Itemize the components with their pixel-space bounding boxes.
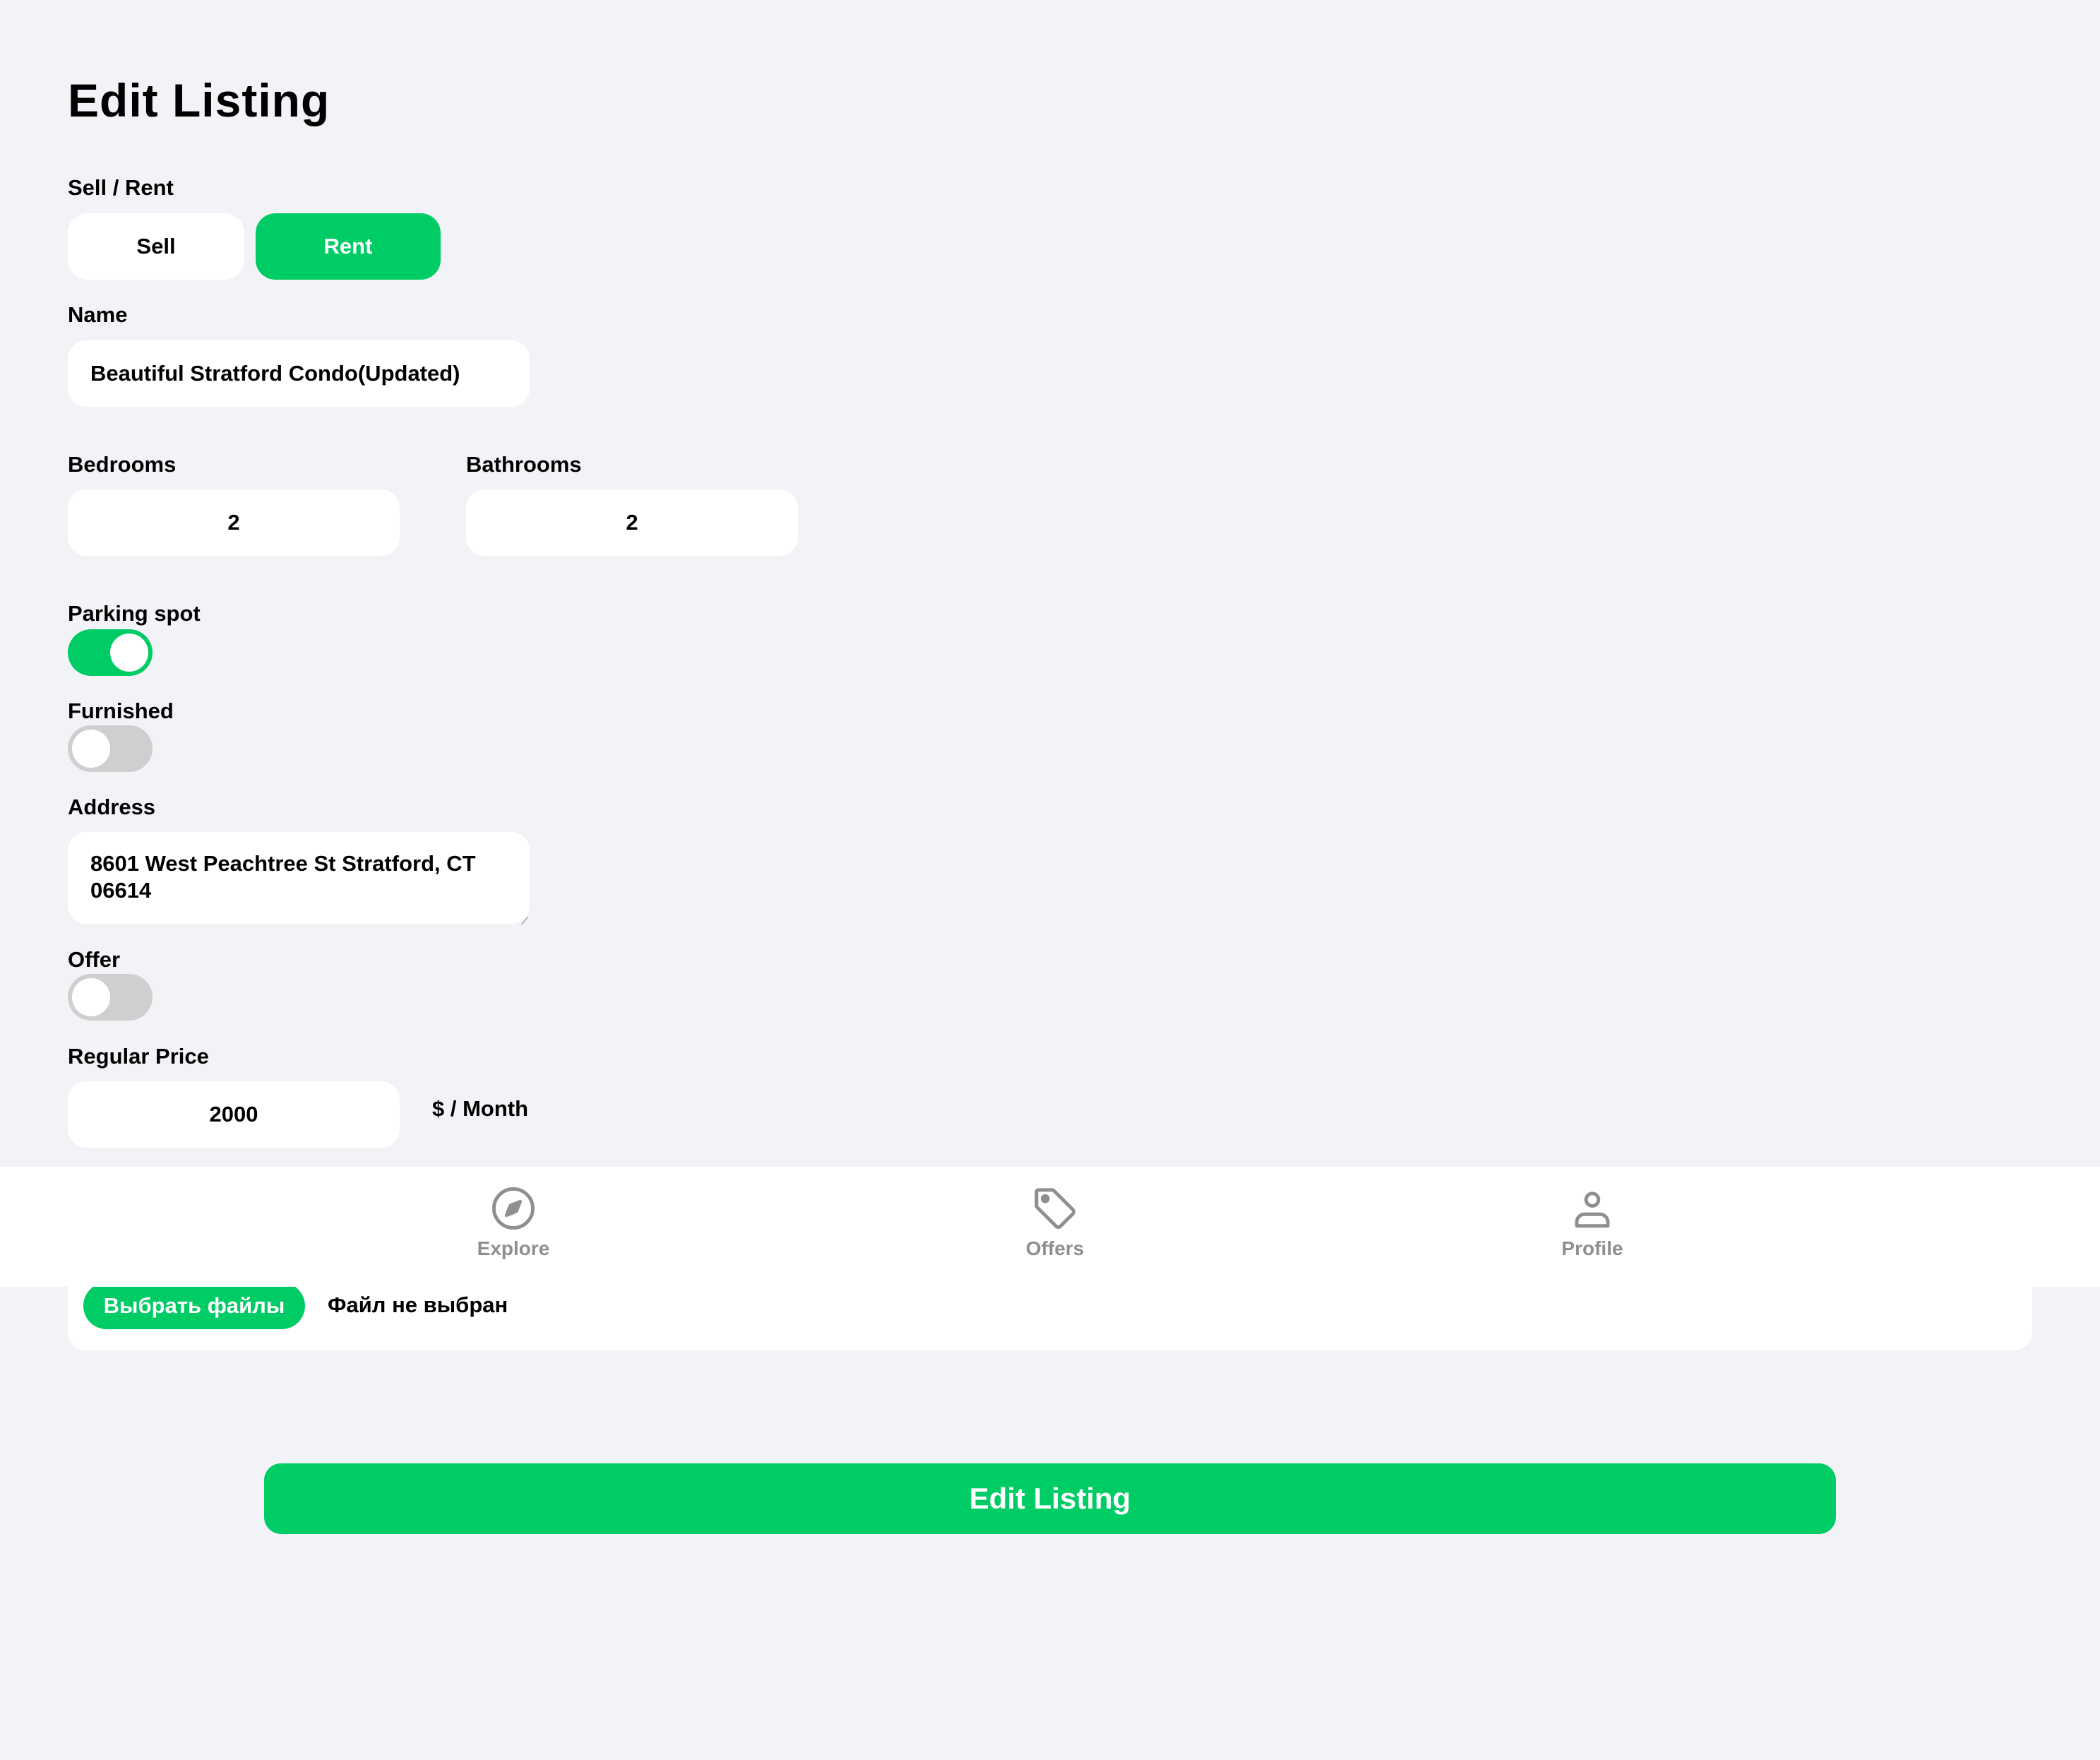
furnished-label: Furnished xyxy=(68,698,174,723)
regular-price-label: Regular Price xyxy=(68,1044,209,1069)
regular-price-input[interactable] xyxy=(68,1081,400,1148)
nav-label-offers: Offers xyxy=(1025,1237,1085,1259)
nav-label-explore: Explore xyxy=(477,1237,550,1259)
rent-button[interactable]: Rent xyxy=(256,213,441,280)
parking-label: Parking spot xyxy=(68,601,201,626)
offer-label: Offer xyxy=(68,947,121,972)
parking-toggle[interactable] xyxy=(68,629,153,676)
nav-item-profile[interactable]: Profile xyxy=(1508,1185,1677,1270)
page-title: Edit Listing xyxy=(68,74,330,126)
furnished-toggle[interactable] xyxy=(68,725,153,772)
person-icon xyxy=(1575,1191,1610,1228)
choose-files-button[interactable]: Выбрать файлы xyxy=(83,1283,305,1329)
compass-icon xyxy=(492,1187,535,1230)
name-label: Name xyxy=(68,302,128,327)
toggle-knob xyxy=(72,978,110,1016)
nav-label-profile: Profile xyxy=(1561,1237,1623,1259)
nav-item-offers[interactable]: Offers xyxy=(970,1185,1140,1270)
address-textarea[interactable]: 8601 West Peachtree St Stratford, CT 066… xyxy=(68,832,530,924)
bathrooms-label: Bathrooms xyxy=(466,452,582,477)
toggle-knob xyxy=(72,730,110,768)
sell-rent-label: Sell / Rent xyxy=(68,175,174,200)
nav-item-explore[interactable]: Explore xyxy=(429,1185,598,1270)
bedrooms-label: Bedrooms xyxy=(68,452,177,477)
offer-toggle[interactable] xyxy=(68,974,153,1021)
toggle-knob xyxy=(110,634,148,672)
tag-icon xyxy=(1034,1188,1075,1229)
file-status-text: Файл не выбран xyxy=(328,1292,508,1317)
bedrooms-input[interactable] xyxy=(68,489,400,556)
address-label: Address xyxy=(68,795,156,819)
price-unit-label: $ / Month xyxy=(432,1096,529,1121)
edit-listing-submit-button[interactable]: Edit Listing xyxy=(264,1463,1836,1534)
bottom-navbar: Explore Offers Profile xyxy=(0,1167,2100,1287)
name-input[interactable] xyxy=(68,340,530,407)
resize-grip-icon[interactable]: ⟋ xyxy=(521,915,528,927)
sell-button[interactable]: Sell xyxy=(68,213,244,280)
bathrooms-input[interactable] xyxy=(466,489,798,556)
